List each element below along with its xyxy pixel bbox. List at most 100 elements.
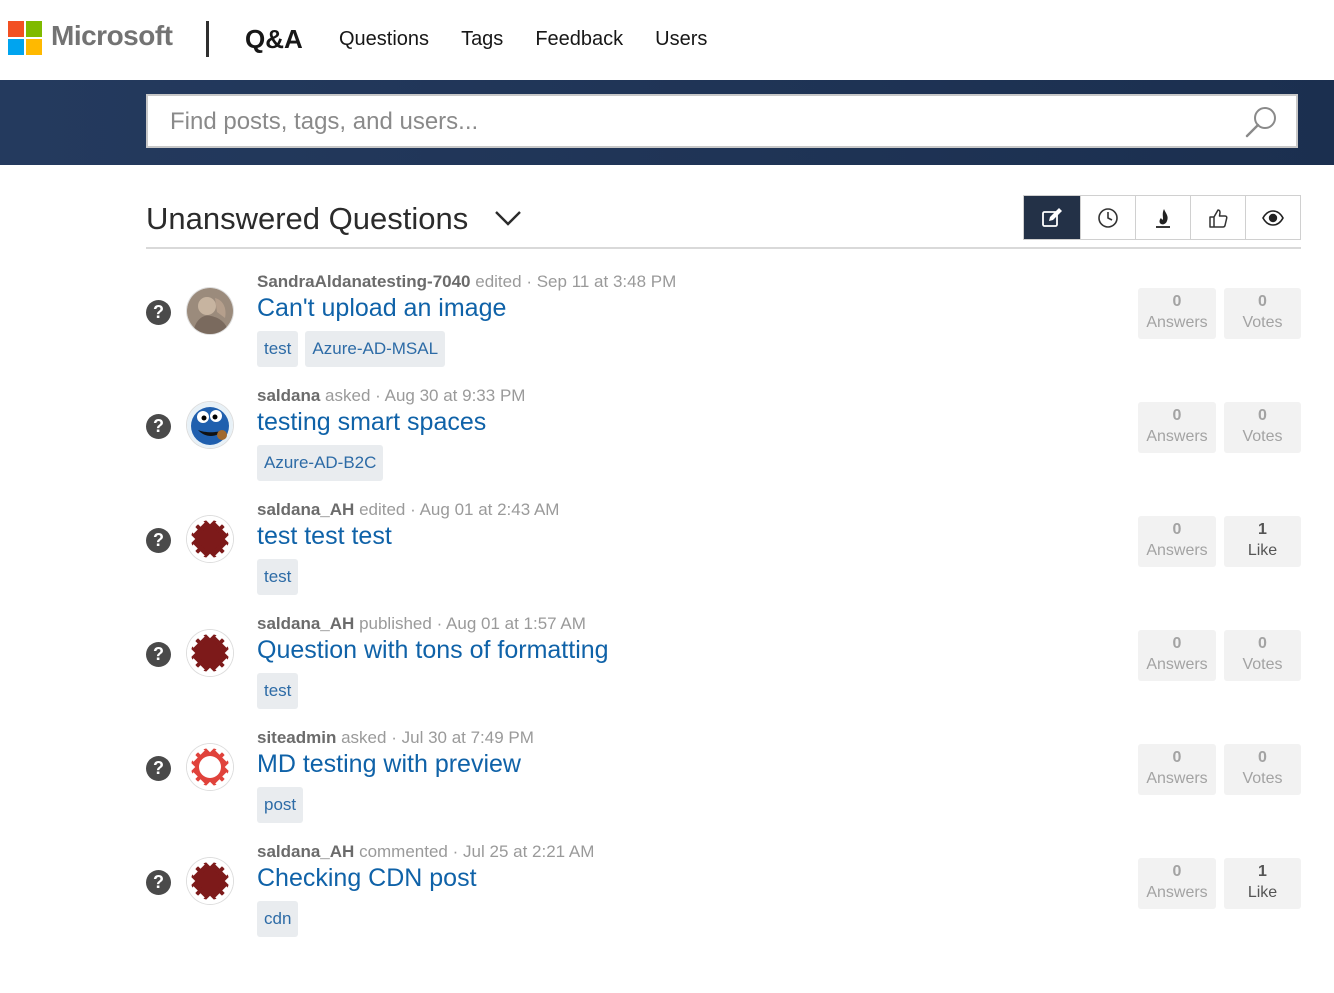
answers-count-value: 0 [1172, 749, 1182, 766]
answers-count-value: 0 [1172, 521, 1182, 538]
sort-recent-activity-button[interactable] [1024, 196, 1080, 239]
post-timestamp[interactable]: Sep 11 at 3:48 PM [537, 272, 677, 291]
post-action: commented [359, 842, 448, 861]
question-row-1: ? SandraAldanatesting-7040 edited · Sep … [146, 270, 1301, 384]
tag-list: cdn [257, 901, 299, 937]
post-action: published [359, 614, 432, 633]
question-row-5: ? siteadmin asked · Jul 30 at 7:49 PM MD… [146, 726, 1301, 840]
sort-hot-button[interactable] [1135, 196, 1190, 239]
post-meta: saldana_AH published · Aug 01 at 1:57 AM [257, 614, 586, 634]
post-meta: saldana_AH commented · Jul 25 at 2:21 AM [257, 842, 594, 862]
question-icon: ? [146, 414, 171, 439]
nav-questions[interactable]: Questions [339, 28, 429, 51]
post-timestamp[interactable]: Aug 01 at 1:57 AM [446, 614, 586, 633]
post-timestamp[interactable]: Jul 30 at 7:49 PM [402, 728, 534, 747]
meta-separator: · [391, 728, 397, 747]
answers-count-value: 0 [1172, 635, 1182, 652]
search-input[interactable] [168, 96, 1232, 148]
avatar[interactable] [187, 630, 233, 676]
question-row-6: ? saldana_AH commented · Jul 25 at 2:21 … [146, 840, 1301, 954]
author-link[interactable]: saldana [257, 386, 320, 405]
votes-count-label: Votes [1242, 770, 1283, 787]
avatar[interactable] [187, 288, 233, 334]
meta-separator: · [526, 272, 532, 291]
votes-count: 0 Votes [1224, 288, 1301, 339]
author-link[interactable]: saldana_AH [257, 842, 354, 861]
avatar[interactable] [187, 858, 233, 904]
avatar[interactable] [187, 744, 233, 790]
flame-icon [1156, 208, 1170, 228]
votes-count-label: Votes [1242, 656, 1283, 673]
question-row-4: ? saldana_AH published · Aug 01 at 1:57 … [146, 612, 1301, 726]
answers-count-label: Answers [1146, 542, 1208, 559]
post-action: edited [359, 500, 406, 519]
question-title-link[interactable]: Checking CDN post [257, 864, 477, 893]
post-meta: siteadmin asked · Jul 30 at 7:49 PM [257, 728, 534, 748]
tag-list: test Azure-AD-MSAL [257, 331, 446, 367]
top-header: Microsoft Q&A Questions Tags Feedback Us… [0, 0, 1334, 81]
question-icon: ? [146, 642, 171, 667]
answers-count-label: Answers [1146, 314, 1208, 331]
tag-chip[interactable]: test [257, 559, 299, 595]
post-meta: SandraAldanatesting-7040 edited · Sep 11… [257, 272, 676, 292]
answers-count: 0 Answers [1138, 402, 1216, 453]
votes-count: 0 Votes [1224, 744, 1301, 795]
sort-newest-button[interactable] [1080, 196, 1135, 239]
question-title-link[interactable]: testing smart spaces [257, 408, 486, 437]
votes-count-label: Votes [1242, 428, 1283, 445]
author-link[interactable]: saldana_AH [257, 500, 354, 519]
product-title[interactable]: Q&A [245, 24, 303, 55]
votes-count-label: Like [1247, 884, 1278, 901]
nav-tags[interactable]: Tags [461, 28, 503, 51]
tag-list: test [257, 673, 299, 709]
question-title-link[interactable]: test test test [257, 522, 392, 551]
avatar[interactable] [187, 402, 233, 448]
tag-chip[interactable]: test [257, 673, 299, 709]
question-title-link[interactable]: Can't upload an image [257, 294, 506, 323]
tag-chip[interactable]: post [257, 787, 304, 823]
author-link[interactable]: siteadmin [257, 728, 336, 747]
page-title[interactable]: Unanswered Questions [146, 201, 468, 237]
votes-count-value: 0 [1258, 407, 1267, 424]
thumbs-up-icon [1209, 208, 1228, 228]
votes-count: 1 Like [1224, 858, 1301, 909]
question-title-link[interactable]: Question with tons of formatting [257, 636, 609, 665]
header-divider [206, 21, 209, 57]
question-title-link[interactable]: MD testing with preview [257, 750, 521, 779]
question-icon: ? [146, 300, 171, 325]
answers-count-value: 0 [1172, 407, 1182, 424]
nav-feedback[interactable]: Feedback [535, 28, 623, 51]
edit-icon [1042, 207, 1062, 227]
microsoft-logo-icon[interactable] [8, 21, 43, 56]
sort-votes-button[interactable] [1190, 196, 1245, 239]
votes-count: 0 Votes [1224, 630, 1301, 681]
post-timestamp[interactable]: Jul 25 at 2:21 AM [463, 842, 594, 861]
tag-chip[interactable]: Azure-AD-B2C [257, 445, 384, 481]
sort-views-button[interactable] [1245, 196, 1300, 239]
author-link[interactable]: saldana_AH [257, 614, 354, 633]
clock-icon [1098, 207, 1118, 228]
answers-count-label: Answers [1146, 770, 1208, 787]
avatar[interactable] [187, 516, 233, 562]
tag-chip[interactable]: cdn [257, 901, 299, 937]
section-header: Unanswered Questions [146, 190, 1301, 249]
question-stats: 0 Answers 1 Like [1138, 516, 1301, 567]
post-timestamp[interactable]: Aug 30 at 9:33 PM [385, 386, 526, 405]
author-link[interactable]: SandraAldanatesting-7040 [257, 272, 471, 291]
tag-chip[interactable]: Azure-AD-MSAL [305, 331, 446, 367]
tag-list: Azure-AD-B2C [257, 445, 384, 481]
meta-separator: · [410, 500, 416, 519]
question-stats: 0 Answers 1 Like [1138, 858, 1301, 909]
tag-chip[interactable]: test [257, 331, 299, 367]
microsoft-wordmark[interactable]: Microsoft [51, 20, 173, 52]
nav-users[interactable]: Users [655, 28, 707, 51]
search-icon[interactable] [1244, 104, 1280, 140]
question-stats: 0 Answers 0 Votes [1138, 402, 1301, 453]
question-icon: ? [146, 756, 171, 781]
votes-count-value: 1 [1258, 521, 1267, 538]
sort-toggle-group [1023, 195, 1301, 240]
votes-count-label: Like [1247, 542, 1278, 559]
chevron-down-icon[interactable] [493, 208, 523, 228]
answers-count: 0 Answers [1138, 630, 1216, 681]
post-timestamp[interactable]: Aug 01 at 2:43 AM [420, 500, 560, 519]
